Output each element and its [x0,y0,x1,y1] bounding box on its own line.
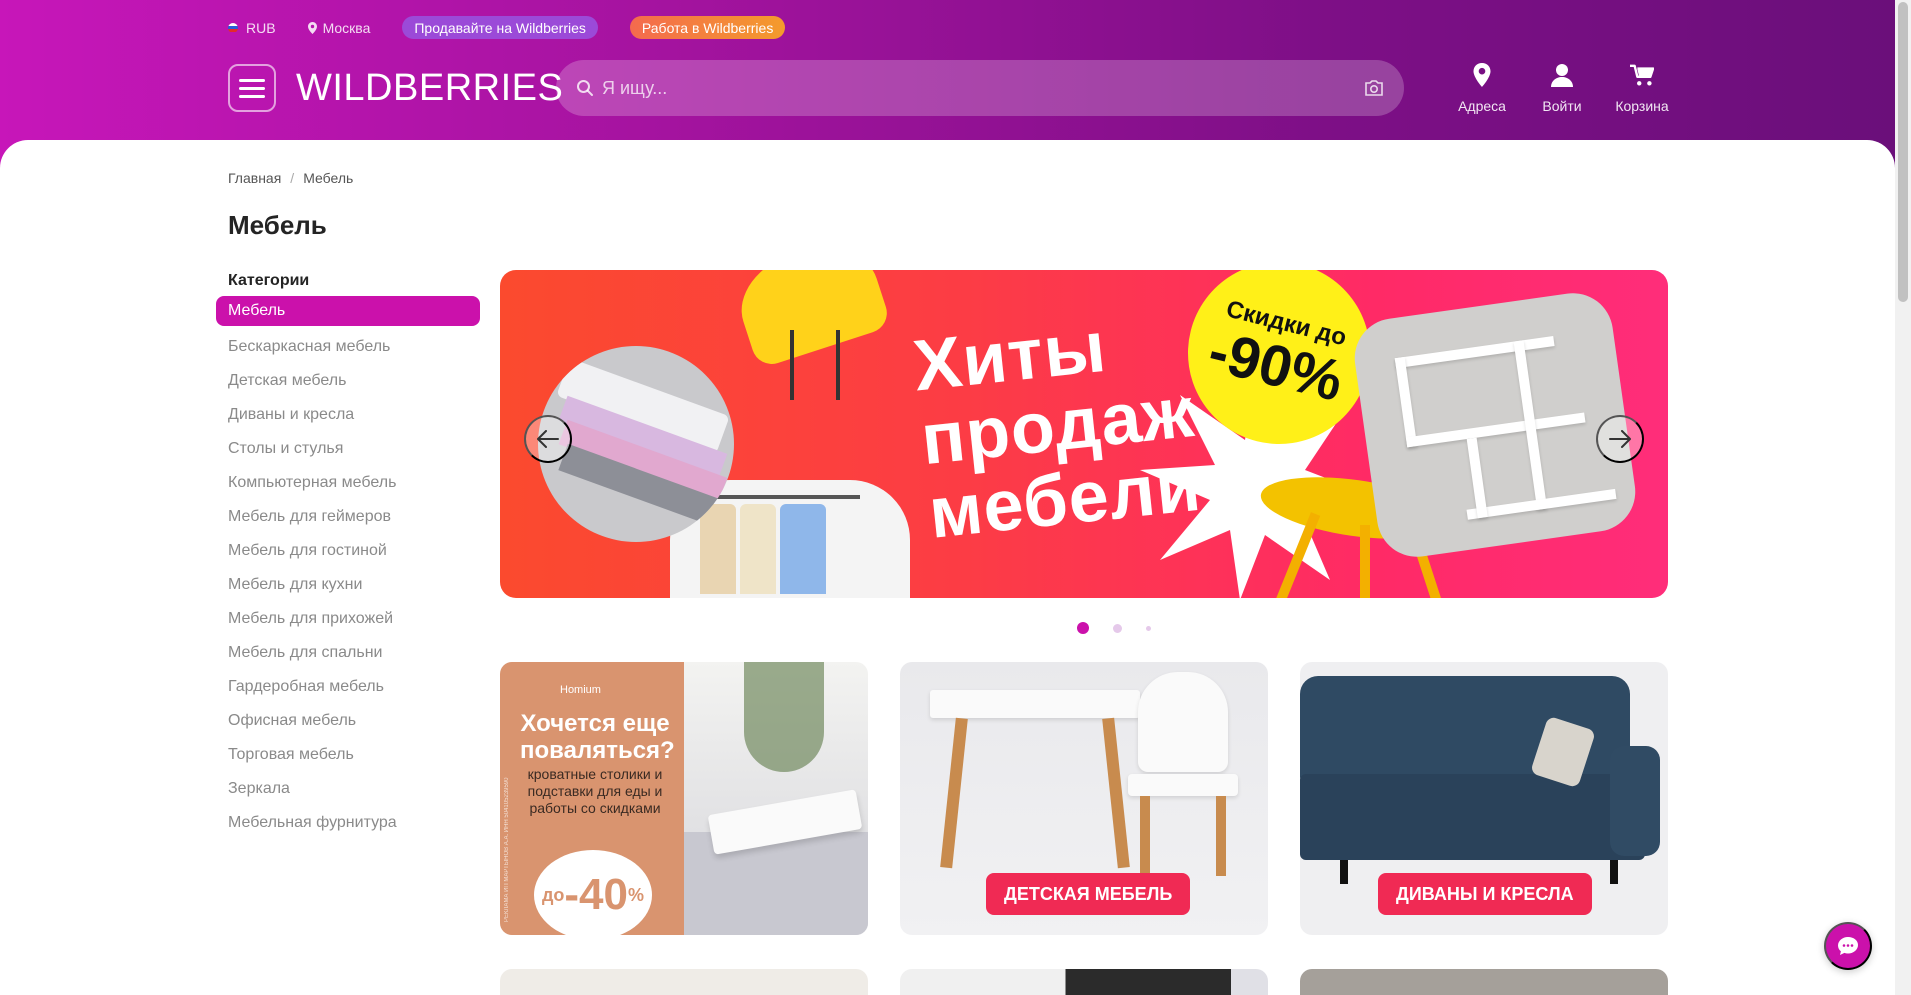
breadcrumb-separator: / [290,170,295,186]
top-bar: RUB Москва Продавайте на Wildberries Раб… [228,16,817,39]
promo-banner[interactable]: Хиты продаж мебели Скидки до -90% [500,270,1668,598]
map-pin-icon [1473,63,1491,87]
category-item-furniture[interactable]: Мебель [216,296,480,326]
cart-label: Корзина [1615,98,1669,114]
city-selector[interactable]: Москва [307,19,371,36]
login-label: Войти [1542,98,1582,114]
banner-headline: Хиты продаж мебели [909,306,1205,554]
site-logo[interactable]: WILDBERRIES [296,66,563,110]
sell-on-wildberries-link[interactable]: Продавайте на Wildberries [402,16,598,39]
promo-headline: Хочется еще поваляться? [520,710,675,764]
category-item-gamers[interactable]: Мебель для геймеров [216,500,480,534]
kids-furniture-label: ДЕТСКАЯ МЕБЕЛЬ [986,873,1191,915]
category-item-wardrobe[interactable]: Гардеробная мебель [216,670,480,704]
breadcrumb-home[interactable]: Главная [228,170,281,186]
sofas-label: ДИВАНЫ И КРЕСЛА [1378,873,1592,915]
search-input[interactable] [602,77,1364,99]
login-button[interactable]: Войти [1522,62,1602,114]
kids-table-image [930,690,1140,718]
category-tile-row2-3[interactable] [1300,969,1668,995]
currency-selector[interactable]: RUB [228,20,276,36]
addresses-label: Адреса [1458,98,1506,114]
category-item-computer[interactable]: Компьютерная мебель [216,466,480,500]
burger-menu-button[interactable] [228,64,276,112]
breadcrumb: Главная / Мебель [228,170,353,186]
breadcrumb-current[interactable]: Мебель [303,170,353,186]
carousel-dot-2[interactable] [1113,623,1122,633]
promo-brand: Homium [560,684,601,696]
promo-legal-text: РЕКЛАМА ИП МАРТЫНОВ А.А. ИНН 50410523959… [504,777,510,922]
category-item-frameless[interactable]: Бескаркасная мебель [216,330,480,364]
category-tile-sofas[interactable]: ДИВАНЫ И КРЕСЛА [1300,662,1668,935]
category-item-living-room[interactable]: Мебель для гостиной [216,534,480,568]
carousel-dot-3[interactable] [1146,625,1151,631]
chat-button[interactable] [1824,922,1872,970]
promo-discount-badge: до -40% [534,850,652,935]
russia-flag-icon [228,22,238,33]
page-scrollbar[interactable] [1895,0,1911,995]
carousel-dot-1[interactable] [1077,622,1089,634]
kids-chair-image [1138,672,1228,772]
category-item-office[interactable]: Офисная мебель [216,704,480,738]
arrow-left-icon [537,430,559,448]
city-label: Москва [322,19,371,36]
promo-tile-bed-tables[interactable]: РЕКЛАМА ИП МАРТЫНОВ А.А. ИНН 50410523959… [500,662,868,935]
cart-icon [1630,64,1654,86]
category-item-hallway[interactable]: Мебель для прихожей [216,602,480,636]
categories-title: Категории [228,272,310,289]
page-title: Мебель [228,210,327,240]
promo-subtitle: кроватные столики и подставки для еды и … [527,766,663,816]
cart-button[interactable]: Корзина [1602,62,1682,114]
category-item-fittings[interactable]: Мебельная фурнитура [216,806,480,840]
work-at-wildberries-link[interactable]: Работа в Wildberries [629,16,786,39]
carousel-pagination [1077,622,1175,634]
category-tile-row2-2[interactable] [900,969,1268,995]
category-item-kitchen[interactable]: Мебель для кухни [216,568,480,602]
carousel-prev-button[interactable] [524,415,572,463]
category-item-mirrors[interactable]: Зеркала [216,772,480,806]
category-tile-kids-furniture[interactable]: ДЕТСКАЯ МЕБЕЛЬ [900,662,1268,935]
category-item-bedroom[interactable]: Мебель для спальни [216,636,480,670]
category-item-sofas[interactable]: Диваны и кресла [216,398,480,432]
addresses-button[interactable]: Адреса [1442,62,1522,114]
scrollbar-thumb[interactable] [1898,2,1908,302]
search-icon[interactable] [576,79,594,97]
chat-icon [1838,937,1858,955]
category-list: Мебель Бескаркасная мебель Детская мебел… [216,296,480,840]
search-bar [556,60,1404,116]
user-icon [1551,64,1573,87]
category-item-tables-chairs[interactable]: Столы и стулья [216,432,480,466]
category-item-retail[interactable]: Торговая мебель [216,738,480,772]
location-pin-icon [307,21,317,34]
currency-label: RUB [246,19,276,36]
category-item-kids[interactable]: Детская мебель [216,364,480,398]
burger-menu-icon [239,78,265,82]
category-tile-row2-1[interactable] [500,969,868,995]
carousel-next-button[interactable] [1596,415,1644,463]
header-nav: Адреса Войти Корзина [1442,62,1682,114]
banner-shelf-image [1349,288,1641,562]
arrow-right-icon [1609,430,1631,448]
camera-icon[interactable] [1364,79,1384,97]
